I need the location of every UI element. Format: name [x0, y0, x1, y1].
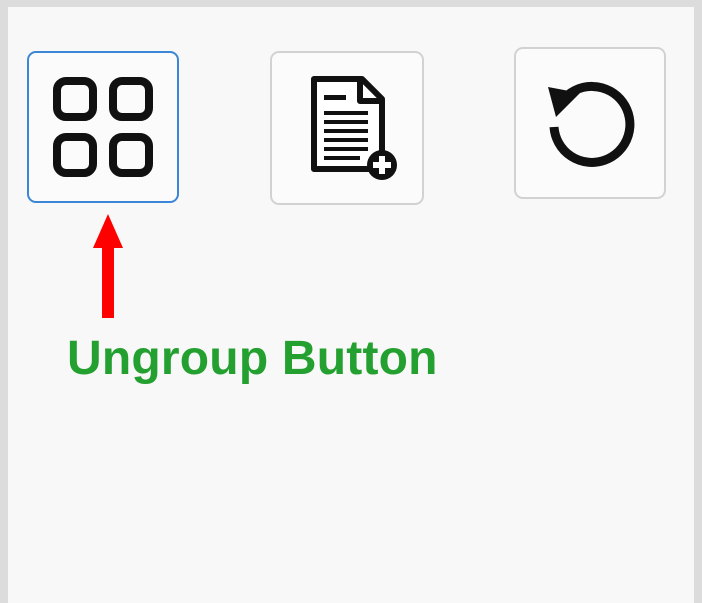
- pointer-arrow: [93, 214, 123, 318]
- annotation-label: Ungroup Button: [67, 332, 438, 385]
- reset-button[interactable]: [514, 47, 666, 199]
- ungroup-grid-icon: [53, 77, 153, 177]
- ungroup-button[interactable]: [27, 51, 179, 203]
- rotate-reset-icon: [548, 81, 635, 167]
- document-add-icon: [311, 76, 397, 180]
- arrow-shaft: [102, 244, 114, 318]
- toolbar-panel: Ungroup Button: [8, 7, 694, 603]
- arrow-head: [93, 214, 123, 248]
- new-document-button[interactable]: [270, 51, 424, 205]
